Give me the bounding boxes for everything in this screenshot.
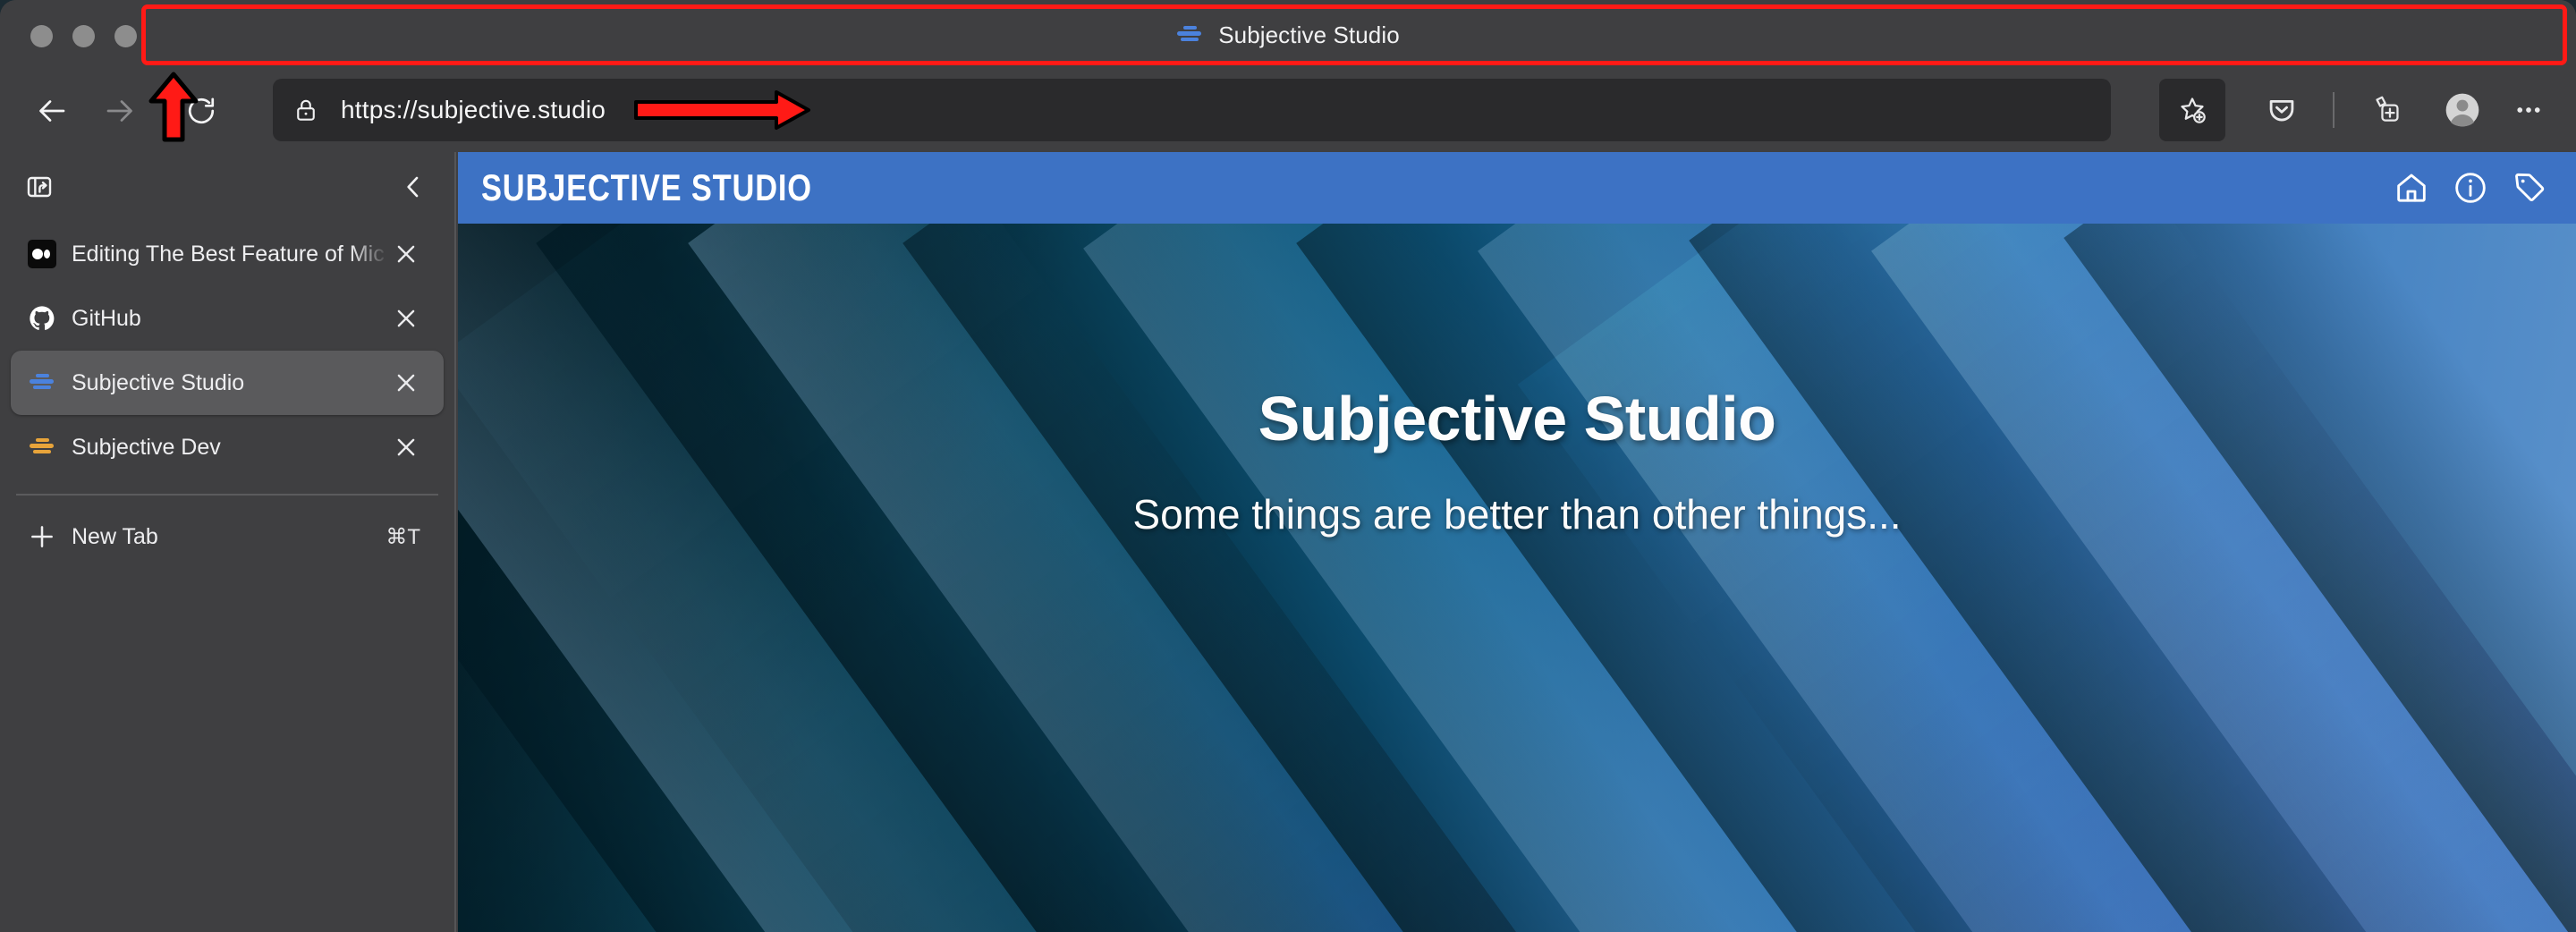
toolbar-right-group bbox=[2159, 79, 2576, 141]
site-nav bbox=[2394, 170, 2547, 206]
window-title-text: Subjective Studio bbox=[1218, 21, 1400, 48]
forward-button[interactable] bbox=[93, 85, 145, 137]
sidebar-divider bbox=[16, 494, 438, 496]
page-title: SUBJECTIVE STUDIO bbox=[481, 166, 812, 208]
layered-bars-orange-icon bbox=[27, 437, 57, 457]
layered-bars-blue-icon bbox=[27, 373, 57, 393]
new-tab-shortcut: ⌘T bbox=[386, 524, 420, 549]
list-item[interactable]: Subjective Studio bbox=[11, 351, 444, 415]
back-button[interactable] bbox=[27, 85, 79, 137]
red-up-arrow-annotation bbox=[148, 72, 199, 148]
site-header: SUBJECTIVE STUDIO bbox=[458, 152, 2576, 224]
close-icon[interactable] bbox=[388, 241, 424, 267]
ellipsis-menu-icon[interactable] bbox=[2496, 79, 2562, 141]
window-title-group: Subjective Studio bbox=[1176, 21, 1400, 49]
star-plus-icon[interactable] bbox=[2159, 79, 2225, 141]
list-item-label: GitHub bbox=[72, 305, 141, 331]
pocket-icon[interactable] bbox=[2249, 79, 2315, 141]
browser-window: Subjective Studio https://subjective.stu… bbox=[0, 0, 2576, 932]
tab-manager-panel-icon[interactable] bbox=[25, 173, 54, 201]
page-content: SUBJECTIVE STUDIO Subjective Studio Some… bbox=[458, 152, 2576, 932]
close-icon[interactable] bbox=[388, 305, 424, 332]
list-item[interactable]: GitHub bbox=[11, 286, 444, 351]
layered-bars-icon bbox=[1176, 25, 1203, 45]
list-item[interactable]: Editing The Best Feature of Mic bbox=[11, 222, 444, 286]
hero-subtitle: Some things are better than other things… bbox=[1132, 491, 1902, 538]
red-right-arrow-annotation bbox=[633, 89, 812, 135]
tab-sidebar: Editing The Best Feature of Mic GitHub S… bbox=[0, 152, 456, 932]
sidebar-header bbox=[0, 152, 454, 222]
tag-icon[interactable] bbox=[2512, 170, 2547, 206]
github-icon bbox=[27, 304, 57, 333]
plus-icon bbox=[27, 521, 57, 552]
account-avatar-icon[interactable] bbox=[2429, 79, 2496, 141]
list-item-label: Subjective Dev bbox=[72, 434, 221, 460]
close-icon[interactable] bbox=[388, 369, 424, 396]
hero-banner: Subjective Studio Some things are better… bbox=[458, 224, 2576, 932]
list-item[interactable]: Subjective Dev bbox=[11, 415, 444, 479]
window-titlebar: Subjective Studio bbox=[0, 0, 2576, 70]
traffic-light-buttons[interactable] bbox=[30, 25, 137, 47]
list-item-label: Subjective Studio bbox=[72, 369, 245, 395]
toolbar-divider bbox=[2333, 92, 2334, 128]
home-icon[interactable] bbox=[2394, 170, 2429, 206]
media-square-icon bbox=[27, 240, 57, 268]
hero-text-group: Subjective Studio Some things are better… bbox=[458, 383, 2576, 538]
minimize-window-button[interactable] bbox=[72, 25, 95, 47]
new-tab-button[interactable]: New Tab ⌘T bbox=[11, 504, 444, 569]
url-bar[interactable]: https://subjective.studio bbox=[273, 79, 2111, 141]
new-tab-label: New Tab bbox=[72, 523, 158, 549]
zoom-window-button[interactable] bbox=[114, 25, 137, 47]
new-container-tab-icon[interactable] bbox=[2352, 79, 2419, 141]
hero-title: Subjective Studio bbox=[1258, 384, 1776, 453]
url-text[interactable]: https://subjective.studio bbox=[341, 96, 606, 124]
list-item-label: Editing The Best Feature of Mic bbox=[72, 241, 385, 267]
chevron-left-icon[interactable] bbox=[399, 173, 428, 201]
close-icon[interactable] bbox=[388, 434, 424, 461]
close-window-button[interactable] bbox=[30, 25, 53, 47]
padlock-icon bbox=[292, 97, 319, 123]
info-circle-icon[interactable] bbox=[2453, 170, 2488, 206]
